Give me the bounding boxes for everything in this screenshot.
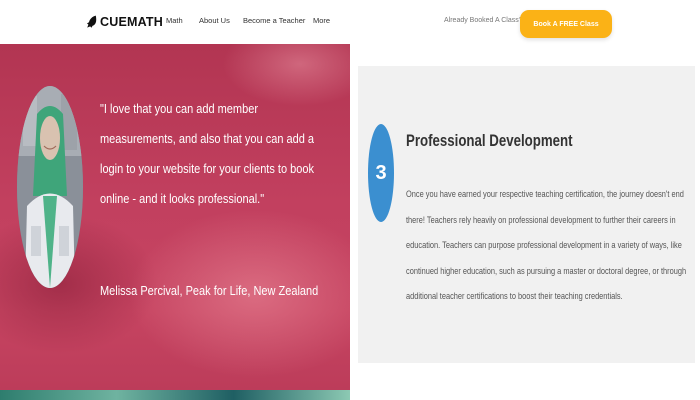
already-booked-link[interactable]: Already Booked A Class? bbox=[444, 17, 523, 24]
rocket-icon bbox=[87, 15, 97, 28]
book-free-class-button[interactable]: Book A FREE Class bbox=[520, 10, 612, 38]
top-navbar: CUEMATH Math About Us Become a Teacher M… bbox=[0, 0, 700, 44]
person-photo-icon bbox=[17, 86, 83, 288]
testimonial-avatar bbox=[17, 86, 83, 288]
testimonial-author: Melissa Percival, Peak for Life, New Zea… bbox=[100, 284, 319, 298]
development-body: Once you have earned your respective tea… bbox=[406, 189, 687, 302]
testimonial-panel: "I love that you can add member measurem… bbox=[0, 44, 350, 400]
nav-about-us[interactable]: About Us bbox=[199, 16, 230, 25]
testimonial-quote: "I love that you can add member measurem… bbox=[100, 102, 315, 206]
nav-math[interactable]: Math bbox=[166, 16, 183, 25]
development-title: Professional Development bbox=[406, 131, 573, 150]
next-section-strip bbox=[0, 390, 350, 400]
step-number-badge: 3 bbox=[368, 124, 394, 222]
logo-text: CUEMATH bbox=[100, 15, 163, 29]
nav-become-a-teacher[interactable]: Become a Teacher bbox=[243, 16, 305, 25]
cuemath-logo[interactable]: CUEMATH bbox=[86, 14, 163, 30]
nav-more[interactable]: More bbox=[313, 16, 330, 25]
